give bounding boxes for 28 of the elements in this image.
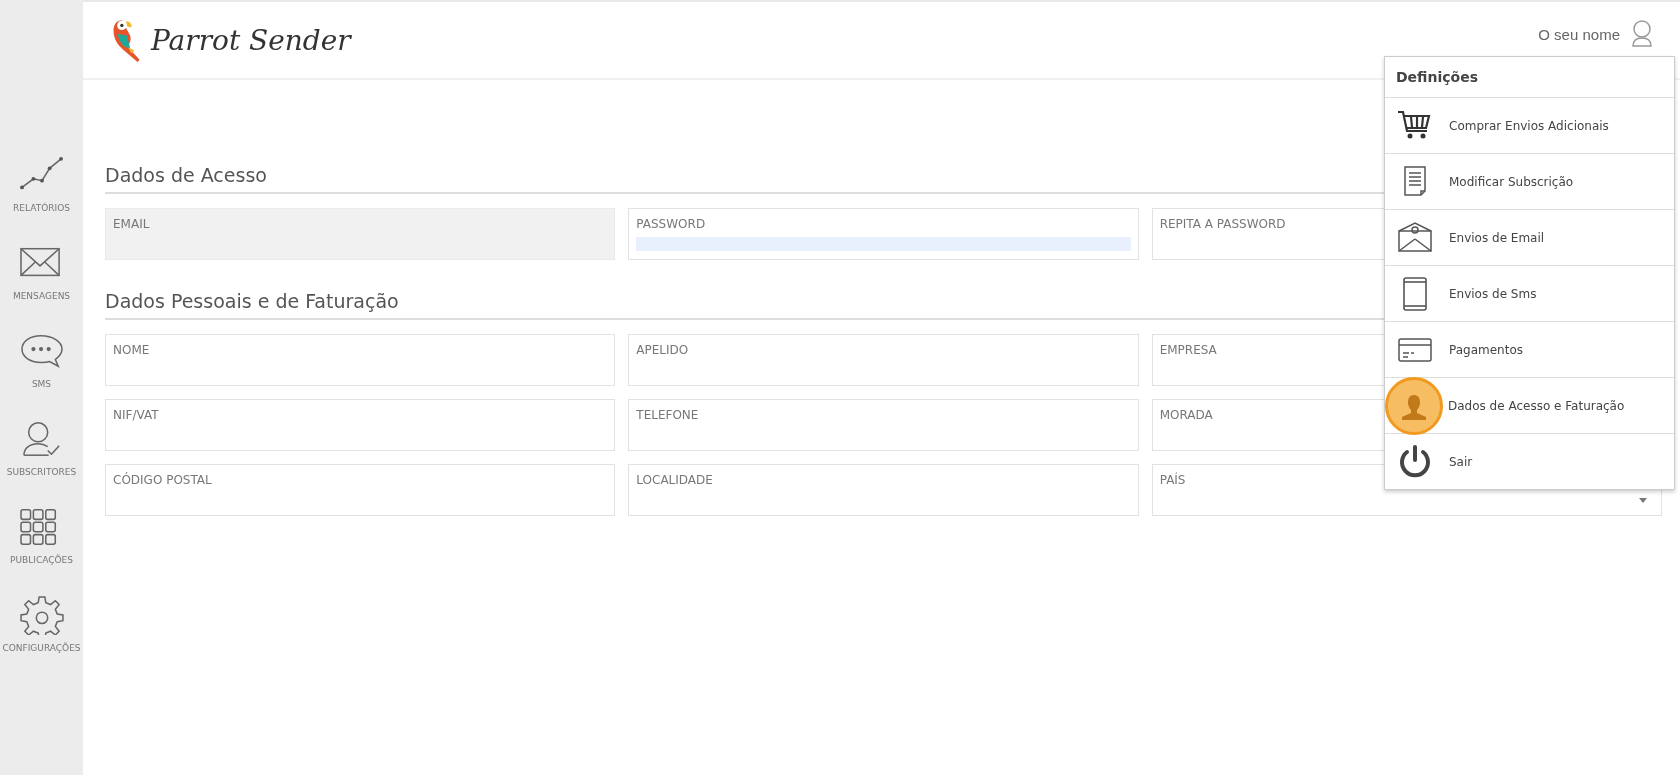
caret-icon (1639, 498, 1647, 503)
menu-item[interactable]: Envios de Email (1385, 210, 1674, 266)
input-field[interactable]: TELEFONE (628, 399, 1139, 451)
email-envelope-icon (1397, 220, 1433, 255)
input-field[interactable]: NOME (105, 334, 616, 386)
sidebar-item[interactable]: SMS (18, 331, 65, 389)
input-field[interactable]: APELIDO (628, 334, 1139, 386)
input-field[interactable]: LOCALIDADE (628, 464, 1139, 516)
sidebar-item[interactable]: CONFIGURAÇÕES (2, 595, 81, 653)
menu-item[interactable]: Dados de Acesso e Faturação (1385, 378, 1674, 434)
input-field: EMAIL (105, 208, 616, 260)
user-avatar-icon (1630, 19, 1654, 49)
settings-icon (18, 595, 65, 635)
sidebar-item[interactable]: PUBLICAÇÕES (10, 507, 73, 565)
power-icon (1397, 444, 1433, 479)
menu-title: Definições (1385, 57, 1674, 98)
user-name[interactable]: O seu nome (1538, 25, 1620, 43)
logo-text: Parrot Sender (151, 23, 351, 57)
menu-item[interactable]: Modificar Subscrição (1385, 154, 1674, 210)
sidebar-item[interactable]: SUBSCRITORES (6, 419, 77, 477)
menu-item[interactable]: Pagamentos (1385, 322, 1674, 378)
sidebar-item[interactable]: MENSAGENS (12, 243, 71, 301)
sidebar-item[interactable]: RELATÓRIOS (13, 155, 70, 213)
menu-item[interactable]: Comprar Envios Adicionais (1385, 98, 1674, 154)
input-field[interactable]: CÓDIGO POSTAL (105, 464, 616, 516)
input-field[interactable]: PASSWORD (628, 208, 1139, 260)
menu-item[interactable]: Envios de Sms (1385, 266, 1674, 322)
input-field[interactable]: NIF/VAT (105, 399, 616, 451)
